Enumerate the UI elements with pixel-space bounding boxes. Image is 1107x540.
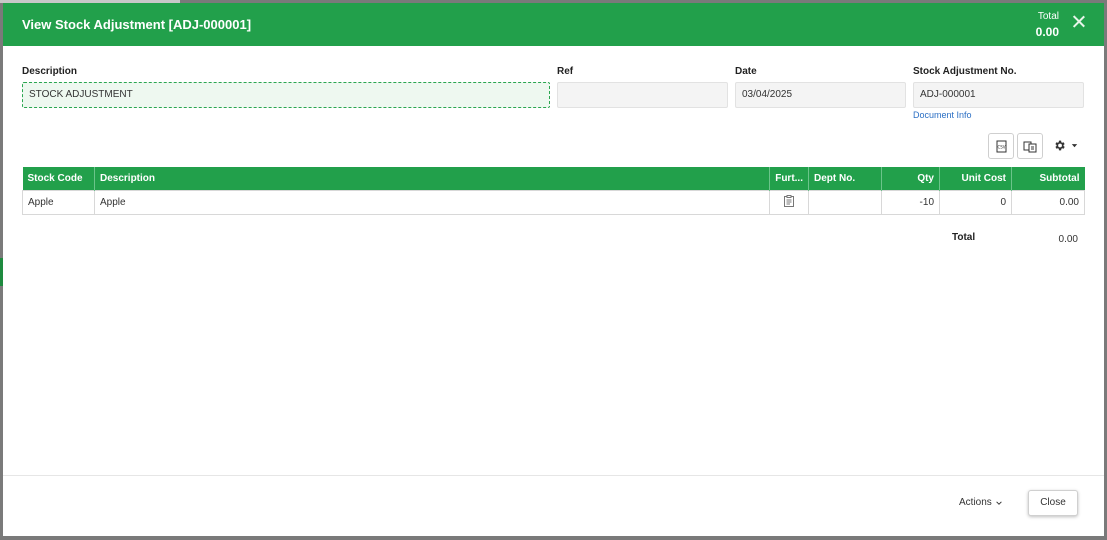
- ref-field[interactable]: [557, 82, 728, 108]
- cell-qty: -10: [881, 189, 940, 215]
- col-further[interactable]: Furt...: [769, 167, 809, 190]
- adjustment-table: Stock Code Description Furt... Dept No. …: [22, 167, 1085, 215]
- col-subtotal[interactable]: Subtotal: [1011, 167, 1085, 190]
- header-total-label: Total: [1037, 11, 1059, 22]
- settings-dropdown[interactable]: [1053, 139, 1079, 152]
- cell-stock-code: Apple: [22, 189, 95, 215]
- gear-icon: [1055, 140, 1065, 151]
- modal-title: View Stock Adjustment [ADJ-000001]: [22, 17, 252, 32]
- header-total-value: 0.00: [1035, 25, 1059, 39]
- adj-no-label: Stock Adjustment No.: [913, 66, 1017, 77]
- col-stock-code[interactable]: Stock Code: [22, 167, 95, 190]
- date-label: Date: [735, 66, 757, 77]
- caret-down-icon: [1071, 144, 1078, 148]
- document-info-link[interactable]: Document Info: [913, 110, 972, 120]
- export-icon: CSV: [996, 140, 1006, 152]
- columns-icon: [1023, 141, 1037, 152]
- table-total-value: 0.00: [1058, 234, 1078, 245]
- chevron-down-icon: [996, 500, 1002, 505]
- columns-button[interactable]: [1017, 133, 1043, 159]
- table-header-row: Stock Code Description Furt... Dept No. …: [22, 167, 1085, 190]
- table-row[interactable]: Apple Apple -10 0 0.00: [22, 189, 1085, 215]
- stock-adjustment-modal: View Stock Adjustment [ADJ-000001] Total…: [3, 3, 1104, 536]
- actions-dropdown[interactable]: Actions: [959, 497, 1003, 508]
- date-field[interactable]: 03/04/2025: [735, 82, 906, 108]
- header-total: Total 0.00: [1036, 11, 1059, 39]
- clipboard-icon[interactable]: [784, 194, 795, 207]
- svg-text:CSV: CSV: [997, 144, 1005, 149]
- cell-unit-cost: 0: [939, 189, 1012, 215]
- col-description[interactable]: Description: [94, 167, 771, 190]
- footer-divider: [3, 475, 1104, 476]
- actions-label: Actions: [959, 497, 992, 508]
- cell-description: Apple: [93, 189, 771, 215]
- close-button[interactable]: Close: [1028, 490, 1078, 516]
- description-label: Description: [22, 66, 78, 77]
- cell-dept-no: [808, 189, 882, 215]
- cell-subtotal: 0.00: [1011, 189, 1085, 215]
- ref-label: Ref: [557, 66, 574, 77]
- description-field[interactable]: STOCK ADJUSTMENT: [22, 82, 550, 108]
- export-button[interactable]: CSV: [988, 133, 1014, 159]
- col-dept-no[interactable]: Dept No.: [808, 167, 882, 190]
- col-unit-cost[interactable]: Unit Cost: [939, 167, 1012, 190]
- adj-no-field[interactable]: ADJ-000001: [913, 82, 1084, 108]
- table-total-label: Total: [952, 232, 976, 243]
- modal-header: View Stock Adjustment [ADJ-000001] Total…: [3, 3, 1104, 46]
- close-icon[interactable]: [1071, 14, 1087, 30]
- cell-further[interactable]: [769, 189, 809, 215]
- col-qty[interactable]: Qty: [881, 167, 940, 190]
